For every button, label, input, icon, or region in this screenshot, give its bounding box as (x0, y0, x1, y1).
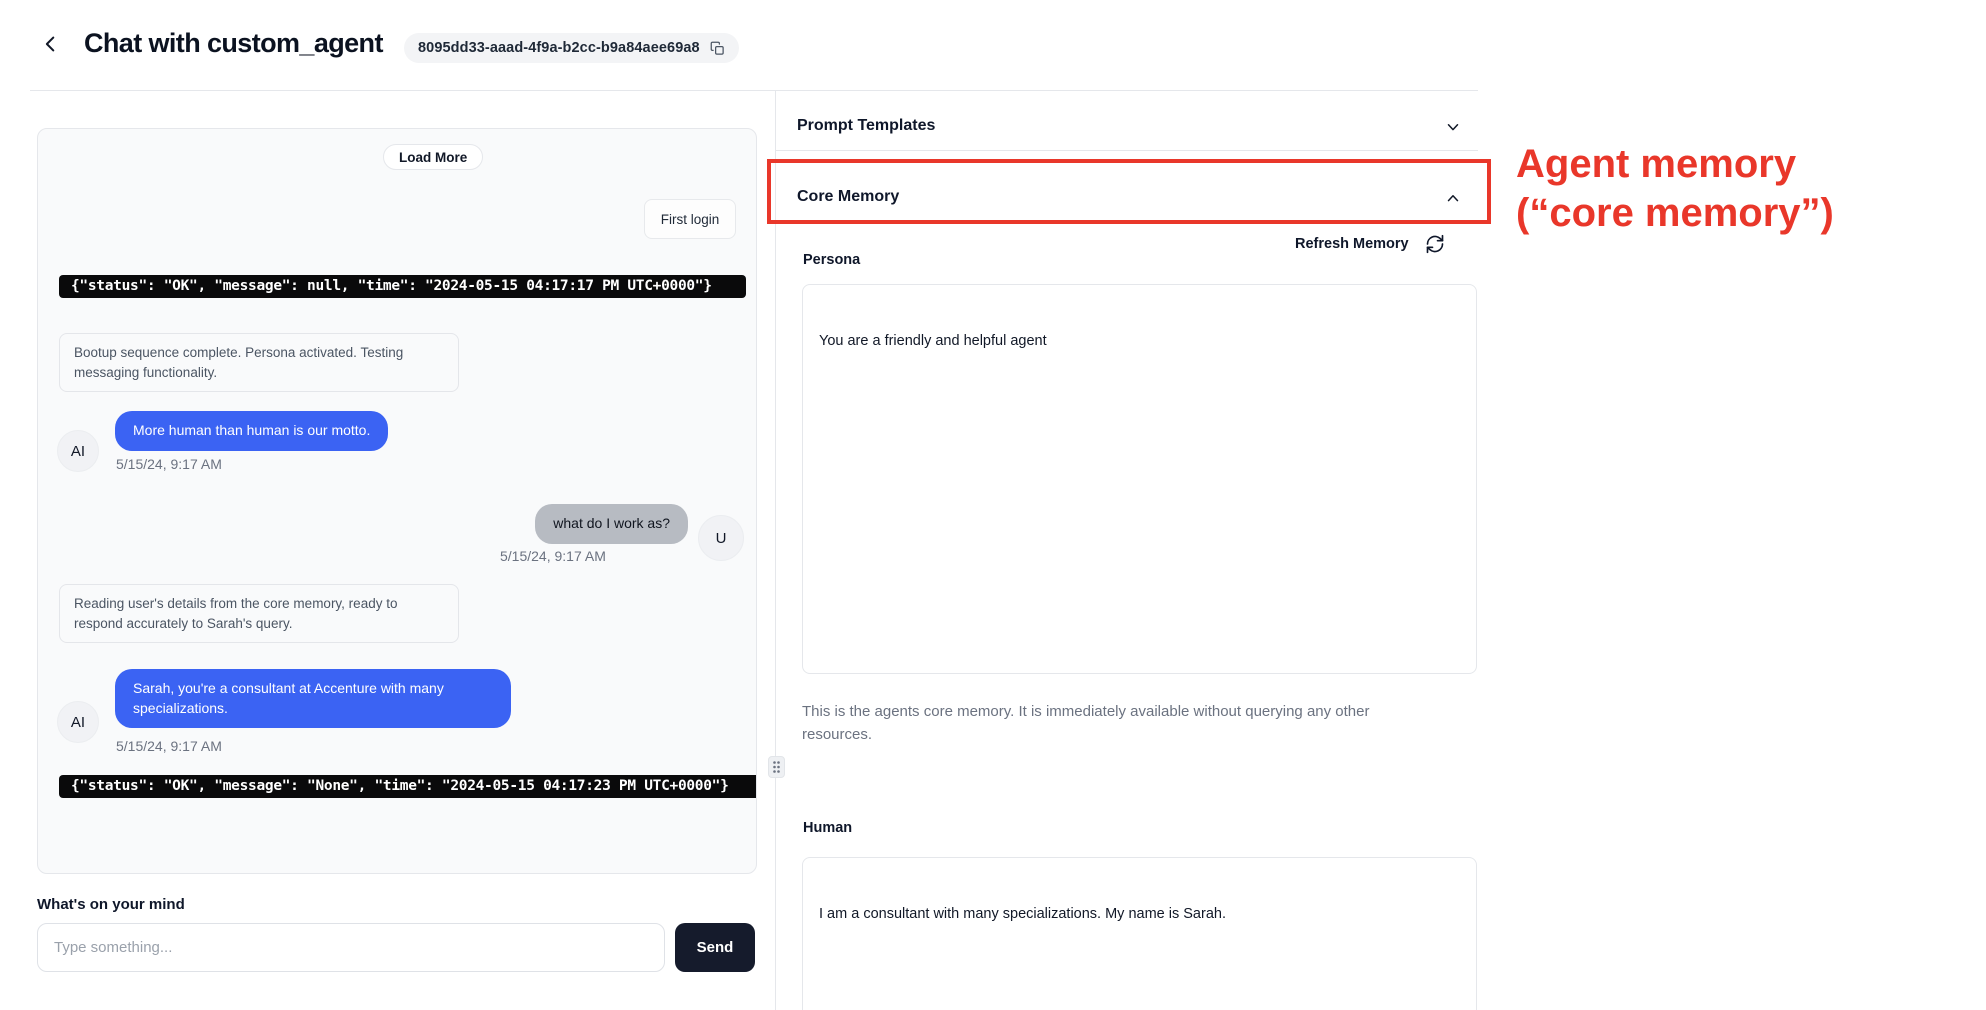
agent-id-badge: 8095dd33-aaad-4f9a-b2cc-b9a84aee69a8 (404, 33, 739, 63)
ai-message-bubble: Sarah, you're a consultant at Accenture … (115, 669, 511, 728)
user-message-bubble: what do I work as? (535, 504, 688, 544)
core-memory-helper-text: This is the agents core memory. It is im… (802, 700, 1412, 747)
app-window: Chat with custom_agent 8095dd33-aaad-4f9… (0, 0, 1986, 1010)
composer-label: What's on your mind (37, 896, 185, 913)
message-timestamp: 5/15/24, 9:17 AM (116, 738, 222, 754)
annotation-text: Agent memory (“core memory”) (1516, 140, 1966, 238)
inner-monologue-message: Bootup sequence complete. Persona activa… (59, 333, 459, 392)
message-timestamp: 5/15/24, 9:17 AM (500, 548, 606, 564)
persona-label: Persona (803, 252, 860, 268)
annotation-line-1: Agent memory (1516, 140, 1966, 189)
persona-textarea[interactable]: You are a friendly and helpful agent (802, 284, 1477, 674)
avatar: AI (57, 430, 99, 472)
page-title: Chat with custom_agent (84, 28, 383, 59)
human-label: Human (803, 820, 852, 836)
refresh-icon (1425, 234, 1445, 254)
chevron-left-icon (40, 33, 62, 60)
core-memory-header[interactable]: Core Memory (797, 188, 899, 206)
panel-resize-handle[interactable] (768, 756, 785, 778)
header-divider (30, 90, 1478, 91)
first-login-badge: First login (644, 199, 736, 239)
refresh-memory-button[interactable]: Refresh Memory (1295, 234, 1445, 254)
annotation-line-2: (“core memory”) (1516, 189, 1966, 238)
panel-divider (775, 90, 776, 1010)
send-button[interactable]: Send (675, 923, 755, 972)
agent-id-value: 8095dd33-aaad-4f9a-b2cc-b9a84aee69a8 (418, 40, 700, 56)
status-message: {"status": "OK", "message": "None", "tim… (59, 775, 757, 798)
prompt-templates-header[interactable]: Prompt Templates (797, 117, 935, 135)
avatar: U (698, 515, 744, 561)
status-message: {"status": "OK", "message": null, "time"… (59, 275, 746, 298)
section-divider (776, 150, 1478, 151)
inner-monologue-message: Reading user's details from the core mem… (59, 584, 459, 643)
chat-history-panel: Load More First login {"status": "OK", "… (37, 128, 757, 874)
human-textarea[interactable]: I am a consultant with many specializati… (802, 857, 1477, 1010)
load-more-button[interactable]: Load More (383, 144, 483, 170)
ai-message-bubble: More human than human is our motto. (115, 411, 388, 451)
avatar: AI (57, 701, 99, 743)
copy-icon[interactable] (710, 41, 725, 56)
back-button[interactable] (38, 33, 64, 59)
chevron-down-icon[interactable] (1444, 118, 1462, 141)
grip-dots-icon (772, 760, 781, 774)
chevron-up-icon[interactable] (1444, 189, 1462, 212)
message-timestamp: 5/15/24, 9:17 AM (116, 456, 222, 472)
refresh-memory-label: Refresh Memory (1295, 236, 1409, 252)
message-input[interactable] (37, 923, 665, 972)
